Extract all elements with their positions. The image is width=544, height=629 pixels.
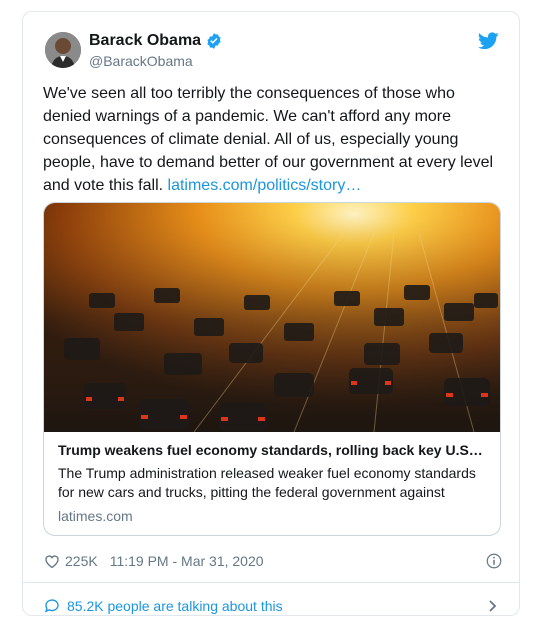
link-card-description: The Trump administration released weaker… xyxy=(58,465,476,500)
author-row: Barack Obama xyxy=(89,32,223,50)
tweet-text: We've seen all too terribly the conseque… xyxy=(43,82,503,197)
link-card[interactable]: Trump weakens fuel economy standards, ro… xyxy=(43,202,501,536)
tweet-meta-row: 225K 11:19 PM - Mar 31, 2020 xyxy=(43,551,503,571)
tweet-link[interactable]: latimes.com/politics/story… xyxy=(168,177,362,194)
info-icon[interactable] xyxy=(485,552,503,570)
avatar[interactable] xyxy=(45,32,81,68)
like-count[interactable]: 225K xyxy=(65,553,98,569)
tweet-timestamp[interactable]: 11:19 PM - Mar 31, 2020 xyxy=(110,553,264,569)
verified-badge-icon xyxy=(207,33,221,49)
twitter-bird-icon[interactable] xyxy=(478,32,499,50)
link-card-domain: latimes.com xyxy=(58,508,133,524)
conversation-text[interactable]: 85.2K people are talking about this xyxy=(67,598,283,614)
author-handle[interactable]: @BarackObama xyxy=(89,53,193,69)
heart-icon[interactable] xyxy=(43,552,61,570)
author-name[interactable]: Barack Obama xyxy=(89,32,201,50)
tweet-card: Barack Obama @BarackObama We've seen all… xyxy=(22,11,520,616)
divider xyxy=(23,582,519,583)
link-card-image[interactable] xyxy=(44,203,500,432)
chevron-right-icon[interactable] xyxy=(487,599,499,613)
comment-bubble-icon xyxy=(44,599,59,613)
link-card-title[interactable]: Trump weakens fuel economy standards, ro… xyxy=(58,442,488,458)
conversation-link[interactable]: 85.2K people are talking about this xyxy=(43,595,503,617)
